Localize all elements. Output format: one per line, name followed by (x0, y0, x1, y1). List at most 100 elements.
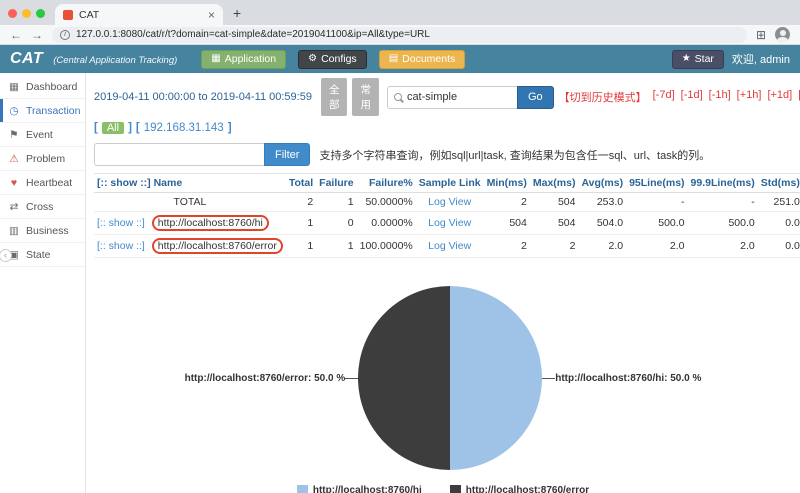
app-subtitle: (Central Application Tracking) (53, 54, 178, 66)
cell-min: 504 (483, 211, 530, 235)
cell-std: 0.0 (757, 234, 800, 258)
bracket: ] (227, 122, 232, 134)
table-row-hi: [:: show ::] http://localhost:8760/hi 1 … (94, 211, 800, 235)
url-text: 127.0.0.1:8080/cat/r/t?domain=cat-simple… (76, 29, 430, 40)
table-row-error: [:: show ::] http://localhost:8760/error… (94, 234, 800, 258)
tab-strip: CAT × + (0, 0, 800, 25)
show-link[interactable]: [:: show ::] (97, 217, 145, 229)
filter-row: Filter 支持多个字符串查询，例如sql|url|task, 查询结果为包含… (86, 139, 800, 172)
tab-title: CAT (79, 8, 100, 21)
date-range-text: 2019-04-11 00:00:00 to 2019-04-11 00:59:… (94, 91, 312, 103)
back-icon[interactable]: ← (10, 29, 22, 41)
cell-avg: 2.0 (578, 234, 627, 258)
application-button[interactable]: ▦ Application (201, 49, 287, 69)
cell-std: 0.0 (757, 211, 800, 235)
col-std[interactable]: Std(ms) (757, 173, 800, 193)
time-shift-link[interactable]: [+1h] (737, 89, 762, 105)
url-field[interactable]: i 127.0.0.1:8080/cat/r/t?domain=cat-simp… (52, 26, 747, 43)
configs-label: Configs (321, 53, 357, 65)
col-min[interactable]: Min(ms) (483, 173, 530, 193)
toolbar: 2019-04-11 00:00:00 to 2019-04-11 00:59:… (86, 73, 800, 120)
log-view-link[interactable]: Log View (428, 196, 471, 208)
col-failure[interactable]: Failure (316, 173, 357, 193)
col-total[interactable]: Total (285, 173, 317, 193)
time-shift-link[interactable]: [-1d] (681, 89, 703, 105)
cell-max: 2 (529, 234, 579, 258)
time-shift-link[interactable]: [-7d] (653, 89, 675, 105)
time-shift-link[interactable]: [-1h] (709, 89, 731, 105)
transaction-name-link[interactable]: http://localhost:8760/hi (158, 217, 263, 229)
bracket: ] (128, 122, 132, 134)
time-shift-link[interactable]: [+1d] (767, 89, 792, 105)
sidebar-item-heartbeat[interactable]: ♥ Heartbeat (0, 171, 85, 195)
browser-chrome: CAT × + ← → i 127.0.0.1:8080/cat/r/t?dom… (0, 0, 800, 45)
sidebar-item-problem[interactable]: ⚠ Problem (0, 147, 85, 171)
sidebar-item-label: Event (26, 128, 53, 141)
common-button[interactable]: 常用 (352, 78, 379, 116)
window-close-button[interactable] (8, 9, 17, 18)
machine-ip-link[interactable]: 192.168.31.143 (144, 122, 224, 134)
star-label: Star (694, 53, 714, 65)
annotation-highlight-box: http://localhost:8760/error (151, 238, 283, 254)
legend-item-hi[interactable]: http://localhost:8760/hi (296, 485, 422, 493)
sidebar-item-event[interactable]: ⚑ Event (0, 123, 85, 147)
cell-max: 504 (529, 211, 579, 235)
show-link[interactable]: [:: show ::] (97, 240, 145, 252)
sidebar-item-dashboard[interactable]: ▦ Dashboard (0, 75, 85, 99)
sidebar-item-cross[interactable]: ⇄ Cross (0, 195, 85, 219)
col-avg[interactable]: Avg(ms) (578, 173, 627, 193)
cell-failure-pct: 100.0000% (356, 234, 416, 258)
pie-chart[interactable] (358, 286, 543, 470)
sidebar-item-state[interactable]: ▣ State (0, 243, 85, 267)
filter-button[interactable]: Filter (264, 143, 311, 166)
window-zoom-button[interactable] (36, 9, 45, 18)
star-button[interactable]: ★ Star (671, 49, 724, 69)
apps-grid-icon[interactable]: ⊞ (756, 28, 766, 42)
documents-button[interactable]: ▤ Documents (378, 49, 466, 69)
cell-total: 1 (285, 211, 317, 235)
cell-999line: 500.0 (687, 211, 758, 235)
legend-item-error[interactable]: http://localhost:8760/error (449, 485, 589, 493)
log-view-link[interactable]: Log View (428, 240, 471, 252)
all-button[interactable]: 全部 (320, 78, 348, 116)
col-999line[interactable]: 99.9Line(ms) (687, 173, 758, 193)
domain-search-input[interactable] (406, 91, 511, 103)
go-button[interactable]: Go (516, 85, 554, 109)
cell-failure: 1 (316, 192, 357, 212)
cell-failure: 1 (316, 234, 357, 258)
cell-95line: - (626, 192, 688, 212)
transaction-table: [:: show ::] Name Total Failure Failure%… (94, 173, 800, 258)
col-show-name[interactable]: [:: show ::] Name (94, 173, 286, 193)
transaction-icon: ◷ (9, 104, 19, 117)
pie-label-left: http://localhost:8760/error: 50.0 % (184, 372, 346, 384)
window-minimize-button[interactable] (22, 9, 31, 18)
pie-row: http://localhost:8760/error: 50.0 % http… (86, 286, 800, 470)
configs-button[interactable]: ⚙ Configs (298, 49, 367, 69)
cell-total: 1 (285, 234, 317, 258)
tab-close-icon[interactable]: × (208, 8, 215, 22)
new-tab-button[interactable]: + (233, 6, 241, 20)
sidebar-item-business[interactable]: ▥ Business (0, 219, 85, 243)
col-95line[interactable]: 95Line(ms) (626, 173, 688, 193)
forward-icon[interactable]: → (31, 29, 43, 41)
chart-legend: http://localhost:8760/hi http://localhos… (86, 485, 800, 493)
profile-avatar[interactable] (775, 27, 790, 42)
annotation-highlight-box: http://localhost:8760/hi (151, 215, 269, 231)
log-view-link[interactable]: Log View (428, 217, 471, 229)
cell-min: 2 (483, 192, 530, 212)
info-icon[interactable]: i (60, 29, 70, 40)
col-max[interactable]: Max(ms) (529, 173, 579, 193)
sidebar-item-transaction[interactable]: ◷ Transaction (0, 99, 85, 123)
legend-swatch-hi (296, 485, 308, 493)
transaction-name-link[interactable]: http://localhost:8760/error (158, 240, 277, 252)
filter-input[interactable] (94, 143, 264, 166)
domain-search-box (386, 85, 517, 109)
browser-tab[interactable]: CAT × (55, 4, 223, 25)
col-sample-link[interactable]: Sample Link (415, 173, 484, 193)
welcome-user-text[interactable]: 欢迎, admin (732, 51, 790, 67)
window-controls (8, 9, 45, 18)
machine-all-badge[interactable]: All (101, 122, 125, 134)
col-failure-pct[interactable]: Failure% (356, 173, 416, 193)
cat-logo[interactable]: CAT (10, 50, 43, 68)
history-mode-link[interactable]: 【切到历史模式】 (559, 89, 647, 105)
